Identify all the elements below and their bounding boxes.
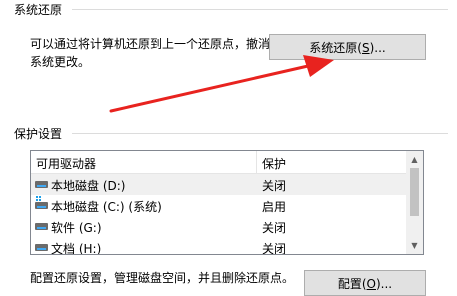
protection-group-title: 保护设置 [14, 127, 63, 141]
vertical-scrollbar[interactable]: ▲ ▼ [406, 151, 423, 254]
drive-row[interactable]: 文档 (H:) 关闭 [31, 237, 406, 255]
list-header: 可用驱动器 保护 [31, 151, 406, 174]
red-arrow-icon [109, 55, 334, 113]
protection-status: 关闭 [262, 179, 287, 193]
protection-status: 关闭 [262, 242, 287, 255]
system-restore-group-title: 系统还原 [14, 3, 63, 17]
protection-status: 启用 [262, 200, 287, 214]
group-divider [72, 133, 448, 134]
group-divider [72, 9, 448, 10]
drive-row[interactable]: 本地磁盘 (C:) (系统) 启用 [31, 195, 406, 216]
drive-row[interactable]: 本地磁盘 (D:) 关闭 [31, 174, 406, 195]
windows-logo-icon [36, 196, 42, 202]
disk-icon [35, 181, 48, 188]
drive-name: 软件 (G:) [51, 221, 102, 235]
drive-name: 文档 (H:) [51, 242, 102, 255]
disk-icon [35, 244, 48, 251]
drive-row[interactable]: 软件 (G:) 关闭 [31, 216, 406, 237]
drive-name: 本地磁盘 (C:) (系统) [51, 200, 162, 214]
configure-description: 配置还原设置，管理磁盘空间，并且删除还原点。 [30, 271, 295, 285]
configure-button-label: 配置(O)... [337, 276, 393, 291]
drive-name: 本地磁盘 (D:) [51, 179, 126, 193]
column-header-drive[interactable]: 可用驱动器 [36, 155, 96, 172]
system-disk-icon [35, 196, 48, 209]
drives-list[interactable]: 可用驱动器 保护 本地磁盘 (D:) 关闭 本地磁盘 (C:) (系统) 启用 … [30, 150, 424, 255]
configure-button[interactable]: 配置(O)... [304, 270, 426, 296]
disk-icon [35, 223, 48, 230]
protection-status: 关闭 [262, 221, 287, 235]
scroll-up-icon[interactable]: ▲ [406, 151, 423, 168]
column-separator[interactable] [256, 151, 257, 173]
description-line: 可以通过将计算机还原到上一个还原点，撤消 [30, 37, 271, 51]
scrollbar-thumb[interactable] [410, 168, 419, 216]
scroll-down-icon[interactable]: ▼ [406, 237, 423, 254]
column-header-protection[interactable]: 保护 [262, 155, 286, 172]
